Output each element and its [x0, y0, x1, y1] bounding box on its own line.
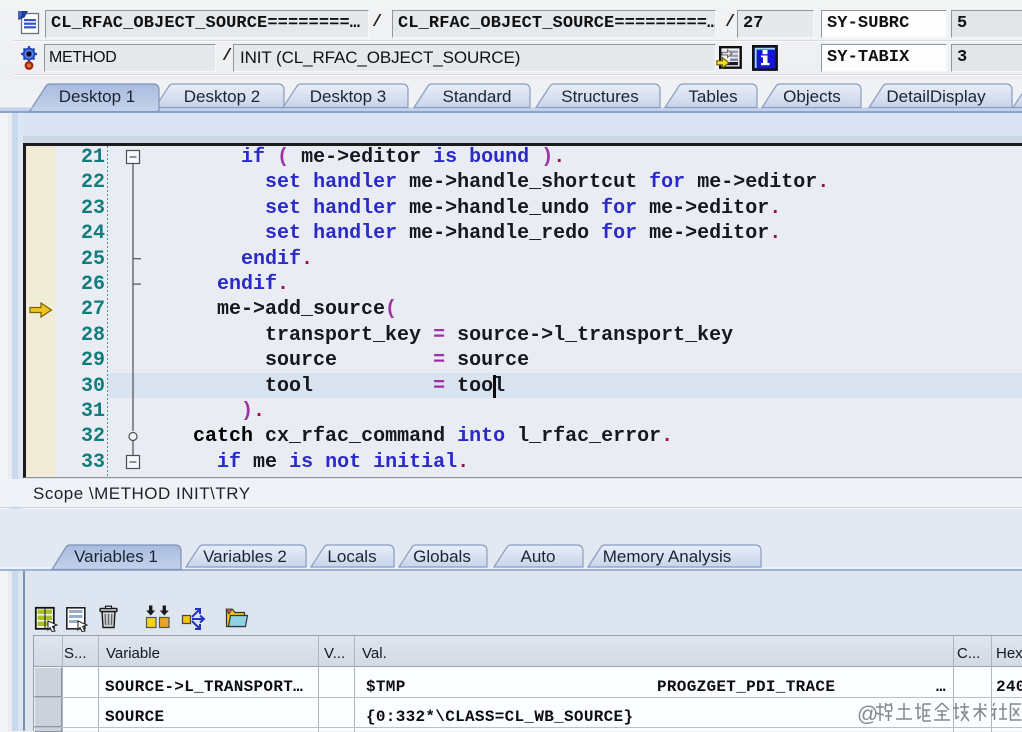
svg-text:Desktop 1: Desktop 1 — [59, 87, 136, 106]
svg-text:Objects: Objects — [783, 87, 841, 106]
svg-text:DetailDisplay: DetailDisplay — [886, 87, 986, 106]
svg-text:Variables 2: Variables 2 — [203, 547, 287, 566]
svg-text:Globals: Globals — [413, 547, 471, 566]
svg-text:Locals: Locals — [327, 547, 376, 566]
svg-text:Memory Analysis: Memory Analysis — [603, 547, 731, 566]
svg-text:Standard: Standard — [443, 87, 512, 106]
svg-text:Tables: Tables — [688, 87, 737, 106]
svg-text:Desktop 3: Desktop 3 — [310, 87, 387, 106]
svg-text:Variables 1: Variables 1 — [74, 547, 158, 566]
svg-text:Auto: Auto — [521, 547, 556, 566]
svg-text:Structures: Structures — [561, 87, 638, 106]
svg-text:Desktop 2: Desktop 2 — [184, 87, 261, 106]
svg-text:@: @ — [857, 703, 878, 726]
